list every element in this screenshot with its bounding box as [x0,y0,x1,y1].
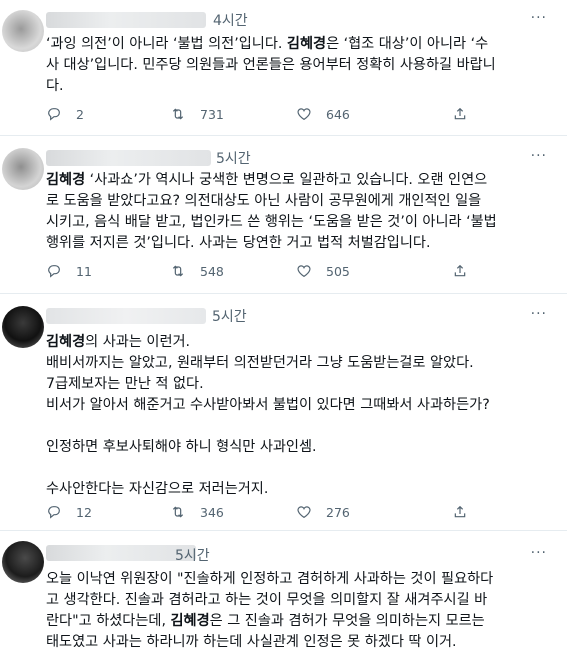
share-icon [454,107,466,120]
reply-button[interactable]: 12 [46,504,92,520]
retweet-button[interactable]: 346 [170,504,224,520]
more-options-button[interactable]: ··· [531,148,547,164]
retweet-button[interactable]: 731 [170,106,224,122]
like-count: 505 [326,263,350,279]
more-options-button[interactable]: ··· [531,306,547,322]
retweet-icon [172,506,184,518]
avatar[interactable] [2,148,44,190]
retweet-count: 346 [200,504,224,520]
share-button[interactable] [452,263,468,279]
tweet-3[interactable]: 5시간 ··· 김혜경의 사과는 이런거. 배비서까지는 알았고, 원래부터 의… [0,294,567,531]
share-button[interactable] [452,106,468,122]
retweet-button[interactable]: 548 [170,263,224,279]
retweet-count: 731 [200,106,224,122]
reply-icon [48,506,60,519]
tweet-text: 김혜경의 사과는 이런거. 배비서까지는 알았고, 원래부터 의전받던거라 그냥… [46,332,552,500]
more-options-button[interactable]: ··· [531,10,547,26]
tweet-text: 김혜경 ‘사과쇼’가 역시나 궁색한 변명으로 일관하고 있습니다. 오랜 인연… [46,170,552,254]
reply-icon [48,265,60,278]
heart-icon [297,108,311,121]
tweet-time[interactable]: 5시간 [212,306,247,326]
reply-button[interactable]: 2 [46,106,84,122]
tweet-actions: 11 548 505 [46,263,506,283]
highlighted-name: 김혜경 [286,36,327,52]
like-button[interactable]: 276 [296,504,350,520]
retweet-count: 548 [200,263,224,279]
tweet-time[interactable]: 5시간 [175,545,210,565]
author-name-blurred[interactable] [46,308,206,324]
highlighted-name: 김혜경 [46,172,86,188]
tweet-text-segment: ‘사과쇼’가 역시나 궁색한 변명으로 일관하고 있습니다. 오랜 인연으 로 … [46,172,497,251]
share-icon [454,505,466,518]
avatar[interactable] [2,306,44,348]
reply-count: 2 [76,106,84,122]
author-name-blurred[interactable] [46,150,211,166]
highlighted-name: 김혜경 [170,613,210,629]
tweet-text-segment: ‘과잉 의전’이 아니라 ‘불법 의전’입니다. [46,36,287,52]
avatar[interactable] [2,10,44,52]
heart-icon [297,506,311,519]
more-options-button[interactable]: ··· [531,545,547,561]
author-name-blurred[interactable] [46,545,196,561]
highlighted-name: 김혜경 [46,334,86,350]
reply-icon [48,108,60,121]
heart-icon [297,265,311,278]
retweet-icon [172,265,184,277]
tweet-time[interactable]: 5시간 [216,148,251,168]
tweet-1[interactable]: 4시간 ··· ‘과잉 의전’이 아니라 ‘불법 의전’입니다. 김혜경은 ‘협… [0,0,567,136]
share-icon [454,264,466,277]
tweet-text: 오늘 이낙연 위원장이 "진솔하게 인정하고 겸허하게 사과하는 것이 필요하다… [46,569,552,653]
share-button[interactable] [452,504,468,520]
retweet-icon [172,108,184,120]
tweet-4[interactable]: 5시간 ··· 오늘 이낙연 위원장이 "진솔하게 인정하고 겸허하게 사과하는… [0,531,567,657]
reply-count: 11 [76,263,92,279]
tweet-actions: 12 346 276 [46,504,506,524]
author-name-blurred[interactable] [46,12,206,28]
tweet-text-segment: 의 사과는 이런거. 배비서까지는 알았고, 원래부터 의전받던거라 그냥 도움… [46,334,490,497]
avatar[interactable] [2,541,44,583]
tweet-time[interactable]: 4시간 [213,10,248,30]
tweet-2[interactable]: 5시간 ··· 김혜경 ‘사과쇼’가 역시나 궁색한 변명으로 일관하고 있습니… [0,136,567,294]
tweet-actions: 2 731 646 [46,106,506,126]
like-button[interactable]: 505 [296,263,350,279]
like-button[interactable]: 646 [296,106,350,122]
reply-button[interactable]: 11 [46,263,92,279]
reply-count: 12 [76,504,92,520]
tweet-text: ‘과잉 의전’이 아니라 ‘불법 의전’입니다. 김혜경은 ‘협조 대상’이 아… [46,34,552,97]
like-count: 646 [326,106,350,122]
like-count: 276 [326,504,350,520]
